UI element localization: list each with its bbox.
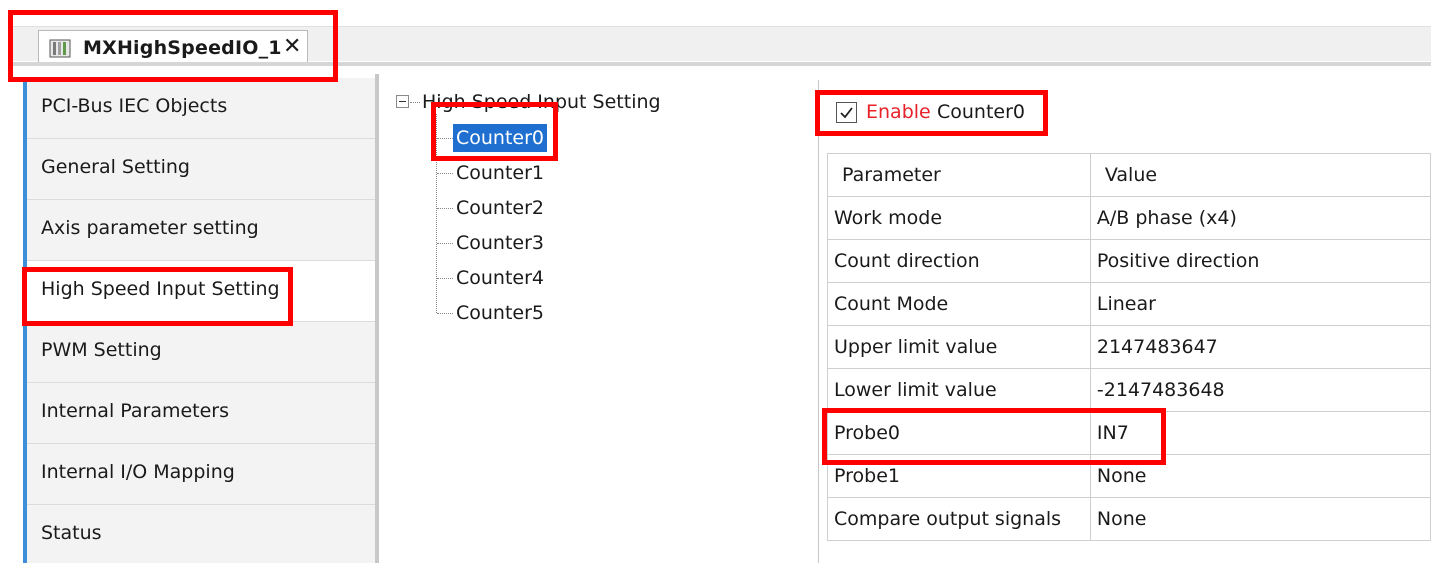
param-name: Count direction <box>827 239 1091 283</box>
tree-node-counter0[interactable]: Counter0 <box>453 124 548 152</box>
nav-item-internal-io-mapping[interactable]: Internal I/O Mapping <box>27 444 375 505</box>
nav-item-high-speed-input-setting[interactable]: High Speed Input Setting <box>27 261 379 322</box>
nav-item-label: PWM Setting <box>41 339 162 361</box>
tree-node-counter2[interactable]: Counter2 <box>453 194 547 222</box>
table-row[interactable]: Probe0 IN7 <box>827 411 1431 455</box>
column-header-parameter: Parameter <box>827 153 1091 197</box>
enable-label: Enable <box>866 101 931 123</box>
tree-connector <box>437 173 453 174</box>
nav-item-status[interactable]: Status <box>27 505 375 566</box>
tree-connector <box>437 313 453 314</box>
panel-splitter[interactable] <box>818 80 819 563</box>
parameter-table: Parameter Value Work mode A/B phase (x4)… <box>827 153 1431 541</box>
tree-connector <box>437 278 453 279</box>
nav-item-label: Internal I/O Mapping <box>41 461 235 483</box>
param-value[interactable]: Positive direction <box>1089 239 1431 283</box>
left-navigation: PCI-Bus IEC Objects General Setting Axis… <box>23 78 379 566</box>
table-row[interactable]: Work mode A/B phase (x4) <box>827 196 1431 240</box>
param-value[interactable]: -2147483648 <box>1089 368 1431 412</box>
table-header-row: Parameter Value <box>827 153 1431 197</box>
param-value[interactable]: A/B phase (x4) <box>1089 196 1431 240</box>
table-row[interactable]: Lower limit value -2147483648 <box>827 368 1431 412</box>
nav-item-pwm-setting[interactable]: PWM Setting <box>27 322 375 383</box>
tree-node-counter1[interactable]: Counter1 <box>453 159 547 187</box>
tree-connector <box>410 102 420 103</box>
tree-node-counter5[interactable]: Counter5 <box>453 299 547 327</box>
device-module-icon <box>49 38 71 58</box>
param-name: Count Mode <box>827 282 1091 326</box>
table-row[interactable]: Compare output signals None <box>827 497 1431 541</box>
param-name: Probe1 <box>827 454 1091 498</box>
nav-item-internal-parameters[interactable]: Internal Parameters <box>27 383 375 444</box>
param-name: Upper limit value <box>827 325 1091 369</box>
checkmark-icon <box>840 107 853 119</box>
param-value[interactable]: IN7 <box>1089 411 1431 455</box>
param-name: Compare output signals <box>827 497 1091 541</box>
tree-connector <box>437 138 453 139</box>
counter-name-label: Counter0 <box>937 101 1026 123</box>
table-row[interactable]: Count Mode Linear <box>827 282 1431 326</box>
nav-item-label: Axis parameter setting <box>41 217 259 239</box>
editor-tab-bar: MXHighSpeedIO_1 ✕ <box>0 0 1431 74</box>
table-row[interactable]: Upper limit value 2147483647 <box>827 325 1431 369</box>
nav-item-label: High Speed Input Setting <box>41 278 280 300</box>
tree-connector <box>437 208 453 209</box>
enable-checkbox[interactable] <box>836 102 857 123</box>
nav-item-general-setting[interactable]: General Setting <box>27 139 375 200</box>
param-value[interactable]: None <box>1089 454 1431 498</box>
param-name: Probe0 <box>827 411 1091 455</box>
param-name: Lower limit value <box>827 368 1091 412</box>
nav-item-label: General Setting <box>41 156 190 178</box>
param-name: Work mode <box>827 196 1091 240</box>
param-value[interactable]: Linear <box>1089 282 1431 326</box>
nav-item-axis-parameter-setting[interactable]: Axis parameter setting <box>27 200 375 261</box>
param-value[interactable]: 2147483647 <box>1089 325 1431 369</box>
tab-mxhighspeedio[interactable]: MXHighSpeedIO_1 ✕ <box>38 30 308 64</box>
collapse-icon[interactable] <box>396 95 409 108</box>
tree-connector <box>436 114 437 313</box>
nav-item-pci-bus-iec-objects[interactable]: PCI-Bus IEC Objects <box>27 78 375 139</box>
tab-underline <box>8 62 1431 66</box>
tab-title: MXHighSpeedIO_1 <box>83 37 282 59</box>
nav-item-label: PCI-Bus IEC Objects <box>41 95 228 117</box>
column-header-value: Value <box>1089 153 1431 197</box>
table-row[interactable]: Count direction Positive direction <box>827 239 1431 283</box>
counter-tree: High Speed Input Setting Counter0 Counte… <box>380 80 818 563</box>
tree-root-high-speed-input-setting[interactable]: High Speed Input Setting <box>422 91 661 113</box>
nav-splitter[interactable] <box>375 74 379 563</box>
nav-item-label: Status <box>41 522 102 544</box>
table-row[interactable]: Probe1 None <box>827 454 1431 498</box>
param-value[interactable]: None <box>1089 497 1431 541</box>
tree-connector <box>437 243 453 244</box>
tree-node-counter3[interactable]: Counter3 <box>453 229 547 257</box>
nav-item-label: Internal Parameters <box>41 400 230 422</box>
close-icon[interactable]: ✕ <box>283 34 301 59</box>
tree-node-counter4[interactable]: Counter4 <box>453 264 547 292</box>
